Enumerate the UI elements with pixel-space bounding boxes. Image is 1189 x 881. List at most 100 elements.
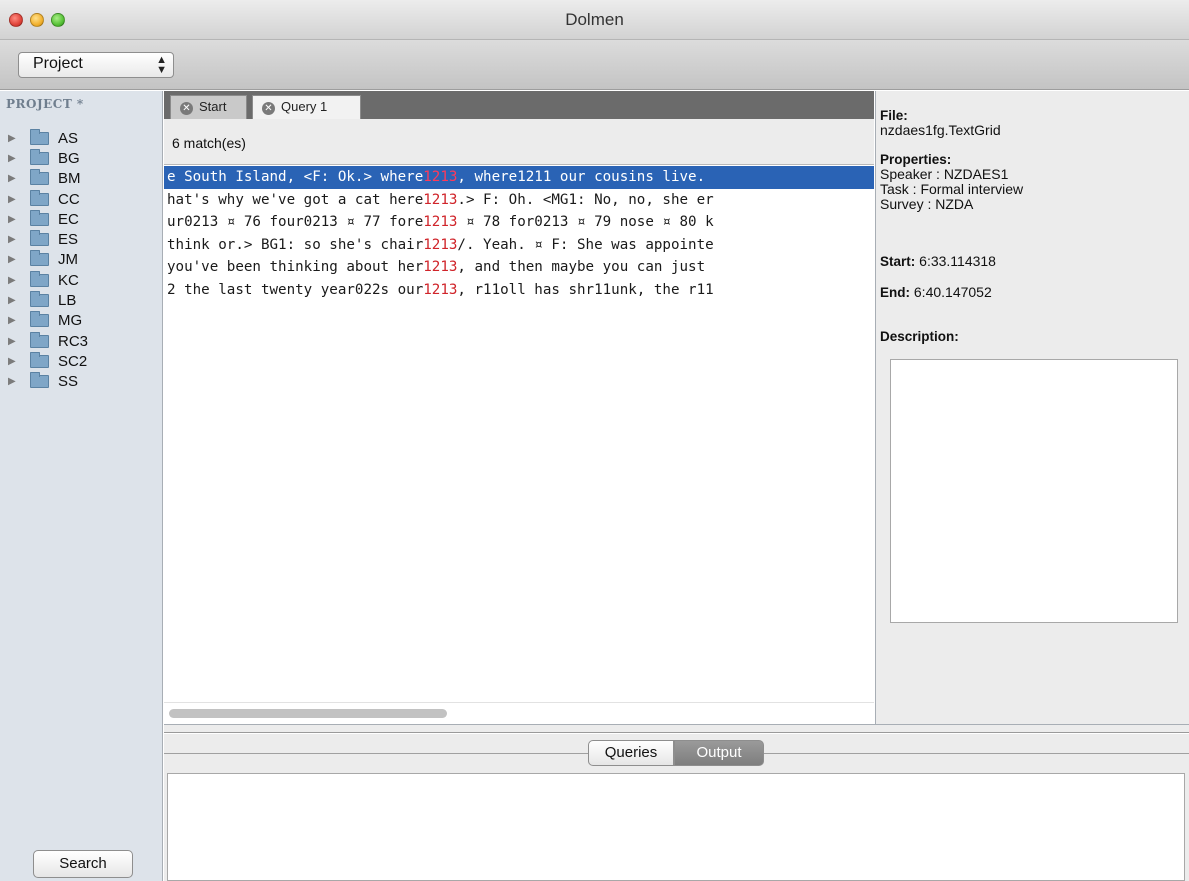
tab-label: Query 1 bbox=[281, 99, 328, 114]
folder-icon bbox=[30, 169, 49, 186]
tree-item[interactable]: ▶ SS bbox=[8, 372, 88, 392]
tree-item[interactable]: ▶ JM bbox=[8, 250, 88, 270]
result-row[interactable]: think or.> BG1: so she's chair1213/. Yea… bbox=[164, 234, 874, 257]
folder-icon bbox=[30, 351, 49, 368]
tree-item[interactable]: ▶ ES bbox=[8, 229, 88, 249]
start-label: Start: bbox=[880, 254, 916, 269]
disclosure-triangle-icon[interactable]: ▶ bbox=[8, 315, 30, 326]
disclosure-triangle-icon[interactable]: ▶ bbox=[8, 356, 30, 367]
tree-item-label: EC bbox=[58, 210, 79, 228]
disclosure-triangle-icon[interactable]: ▶ bbox=[8, 234, 30, 245]
property-speaker: Speaker : NZDAES1 bbox=[880, 166, 1009, 182]
tree-item[interactable]: ▶ EC bbox=[8, 209, 88, 229]
result-context-left: think or.> BG1: so she's chair bbox=[167, 236, 424, 253]
folder-icon bbox=[30, 270, 49, 287]
folder-icon bbox=[30, 291, 49, 308]
result-row[interactable]: you've been thinking about her1213, and … bbox=[164, 256, 874, 279]
disclosure-triangle-icon[interactable]: ▶ bbox=[8, 194, 30, 205]
match-count: 6 match(es) bbox=[172, 135, 246, 151]
end-value: 6:40.147052 bbox=[913, 284, 992, 300]
folder-icon bbox=[30, 128, 49, 145]
disclosure-triangle-icon[interactable]: ▶ bbox=[8, 214, 30, 225]
folder-icon bbox=[30, 250, 49, 267]
tree-item[interactable]: ▶ BG bbox=[8, 148, 88, 168]
tree-item-label: SS bbox=[58, 373, 79, 391]
disclosure-triangle-icon[interactable]: ▶ bbox=[8, 376, 30, 387]
result-context-left: ur0213 ¤ 76 four0213 ¤ 77 fore bbox=[167, 214, 424, 230]
folder-icon bbox=[30, 209, 49, 226]
disclosure-triangle-icon[interactable]: ▶ bbox=[8, 275, 30, 286]
folder-icon bbox=[30, 311, 49, 328]
tree-item[interactable]: ▶ KC bbox=[8, 270, 88, 290]
tab-query-1[interactable]: ✕ Query 1 bbox=[252, 95, 361, 119]
tree-item[interactable]: ▶ RC3 bbox=[8, 331, 88, 351]
result-context-right: /. Yeah. ¤ F: She was appointe bbox=[457, 236, 714, 253]
select-arrows-icon: ▲ ▼ bbox=[156, 54, 167, 76]
folder-icon bbox=[30, 189, 49, 206]
disclosure-triangle-icon[interactable]: ▶ bbox=[8, 254, 30, 265]
result-row[interactable]: hat's why we've got a cat here1213.> F: … bbox=[164, 189, 874, 212]
file-value: nzdaes1fg.TextGrid bbox=[880, 122, 1001, 138]
scrollbar-thumb[interactable] bbox=[169, 709, 447, 718]
info-panel: File: nzdaes1fg.TextGrid Properties: Spe… bbox=[875, 91, 1189, 724]
window-title: Dolmen bbox=[565, 10, 624, 29]
result-hit: 1213 bbox=[423, 214, 458, 230]
result-row[interactable]: 2 the last twenty year022s our1213, r11o… bbox=[164, 279, 874, 302]
tree-item[interactable]: ▶ CC bbox=[8, 189, 88, 209]
tree-item[interactable]: ▶ MG bbox=[8, 311, 88, 331]
disclosure-triangle-icon[interactable]: ▶ bbox=[8, 173, 30, 184]
toolbar: Project ▲ ▼ bbox=[0, 40, 1189, 90]
end-label: End: bbox=[880, 285, 910, 300]
folder-icon bbox=[30, 148, 49, 165]
tab-output[interactable]: Output bbox=[674, 740, 764, 766]
folder-icon bbox=[30, 230, 49, 247]
close-icon[interactable]: ✕ bbox=[180, 102, 193, 115]
tree-item[interactable]: ▶ LB bbox=[8, 290, 88, 310]
output-area[interactable] bbox=[167, 773, 1185, 881]
result-context-left: 2 the last twenty year022s our bbox=[167, 281, 424, 298]
tree-item-label: CC bbox=[58, 190, 80, 208]
tree-item-label: MG bbox=[58, 312, 83, 330]
search-button[interactable]: Search bbox=[33, 850, 133, 878]
split-view-divider[interactable] bbox=[164, 724, 1189, 740]
result-context-right: ¤ 78 for0213 ¤ 79 nose ¤ 80 k bbox=[457, 214, 714, 230]
result-hit: 1213 bbox=[423, 281, 458, 298]
result-row[interactable]: ur0213 ¤ 76 four0213 ¤ 77 fore1213 ¤ 78 … bbox=[164, 211, 874, 234]
project-select[interactable]: Project ▲ ▼ bbox=[18, 52, 174, 78]
start-value: 6:33.114318 bbox=[919, 253, 996, 269]
tree-item-label: ES bbox=[58, 231, 79, 249]
disclosure-triangle-icon[interactable]: ▶ bbox=[8, 295, 30, 306]
tab-start[interactable]: ✕ Start bbox=[170, 95, 247, 119]
results-list: e South Island, <F: Ok.> where1213, wher… bbox=[164, 166, 874, 702]
result-context-left: hat's why we've got a cat here bbox=[167, 191, 424, 208]
tree-item-label: JM bbox=[58, 251, 78, 269]
close-icon[interactable]: ✕ bbox=[262, 102, 275, 115]
tree-item[interactable]: ▶ AS bbox=[8, 128, 88, 148]
description-label: Description: bbox=[880, 329, 959, 344]
result-context-right: , and then maybe you can just bbox=[457, 259, 706, 275]
tree-item-label: RC3 bbox=[58, 332, 89, 350]
bottom-panel: Queries Output bbox=[164, 740, 1189, 881]
tree-item-label: AS bbox=[58, 129, 79, 147]
horizontal-scrollbar[interactable] bbox=[164, 702, 874, 724]
result-hit: 1213 bbox=[423, 191, 458, 208]
disclosure-triangle-icon[interactable]: ▶ bbox=[8, 133, 30, 144]
project-tree: ▶ AS ▶ BG ▶ BM ▶ CC ▶ EC ▶ ES ▶ JM ▶ KC ▶ LB ▶ MG … bbox=[8, 128, 88, 392]
disclosure-triangle-icon[interactable]: ▶ bbox=[8, 336, 30, 347]
tree-item-label: BM bbox=[58, 170, 81, 188]
tree-item-label: SC2 bbox=[58, 352, 88, 370]
tab-label: Start bbox=[199, 99, 227, 114]
result-row[interactable]: e South Island, <F: Ok.> where1213, wher… bbox=[164, 166, 874, 189]
description-textarea[interactable] bbox=[890, 359, 1178, 623]
result-hit: 1213 bbox=[423, 169, 458, 185]
tree-item[interactable]: ▶ SC2 bbox=[8, 351, 88, 371]
result-context-right: , where1211 our cousins live. bbox=[457, 169, 706, 185]
divider-grip[interactable] bbox=[164, 732, 1189, 734]
property-task: Task : Formal interview bbox=[880, 181, 1024, 197]
tab-queries[interactable]: Queries bbox=[588, 740, 674, 766]
result-context-left: you've been thinking about her bbox=[167, 259, 424, 275]
tree-item[interactable]: ▶ BM bbox=[8, 169, 88, 189]
tab-bar: ✕ Start ✕ Query 1 bbox=[164, 91, 874, 119]
project-sidebar: PROJECT * ▶ AS ▶ BG ▶ BM ▶ CC ▶ EC ▶ ES ▶ JM ▶ K… bbox=[0, 91, 163, 881]
disclosure-triangle-icon[interactable]: ▶ bbox=[8, 153, 30, 164]
